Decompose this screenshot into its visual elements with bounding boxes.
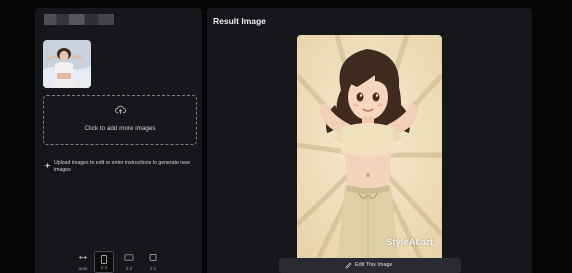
edit-image-button[interactable]: Edit This Image xyxy=(279,258,461,273)
landscape-rect-icon xyxy=(124,254,134,261)
uploaded-image-thumbnail[interactable] xyxy=(43,40,91,88)
result-image[interactable]: StyleAI.art xyxy=(297,35,442,261)
sparkle-icon xyxy=(44,162,51,169)
add-images-dropzone[interactable]: Click to add more images xyxy=(43,95,197,145)
ratio-label: 1:1 xyxy=(149,266,157,271)
pencil-icon xyxy=(345,262,352,269)
ratio-label: 3:2 xyxy=(125,266,133,271)
dropzone-label: Click to add more images xyxy=(84,125,156,132)
instruction-hint: Upload images to edit or enter instructi… xyxy=(54,160,190,173)
input-panel: Click to add more images Upload images t… xyxy=(35,8,202,273)
ratio-option-1-1[interactable]: 1:1 xyxy=(143,251,163,273)
ratio-label: 2:3 xyxy=(100,265,108,270)
result-title: Result Image xyxy=(213,16,266,26)
portrait-rect-icon xyxy=(101,255,107,264)
expand-horizontal-icon xyxy=(78,255,88,260)
aspect-ratio-selector: auto 2:3 3:2 1:1 xyxy=(73,251,168,273)
watermark: StyleAI.art xyxy=(386,237,433,248)
ratio-option-auto[interactable]: auto xyxy=(73,251,93,273)
ratio-option-3-2[interactable]: 3:2 xyxy=(119,251,139,273)
ratio-label: auto xyxy=(78,266,88,271)
result-panel: Result Image StyleAI.art Edit This Image xyxy=(207,8,532,273)
upload-icon xyxy=(115,105,126,114)
blurred-title xyxy=(44,14,114,25)
edit-image-label: Edit This Image xyxy=(355,262,393,268)
ratio-option-2-3[interactable]: 2:3 xyxy=(94,251,114,273)
square-icon xyxy=(149,254,157,261)
